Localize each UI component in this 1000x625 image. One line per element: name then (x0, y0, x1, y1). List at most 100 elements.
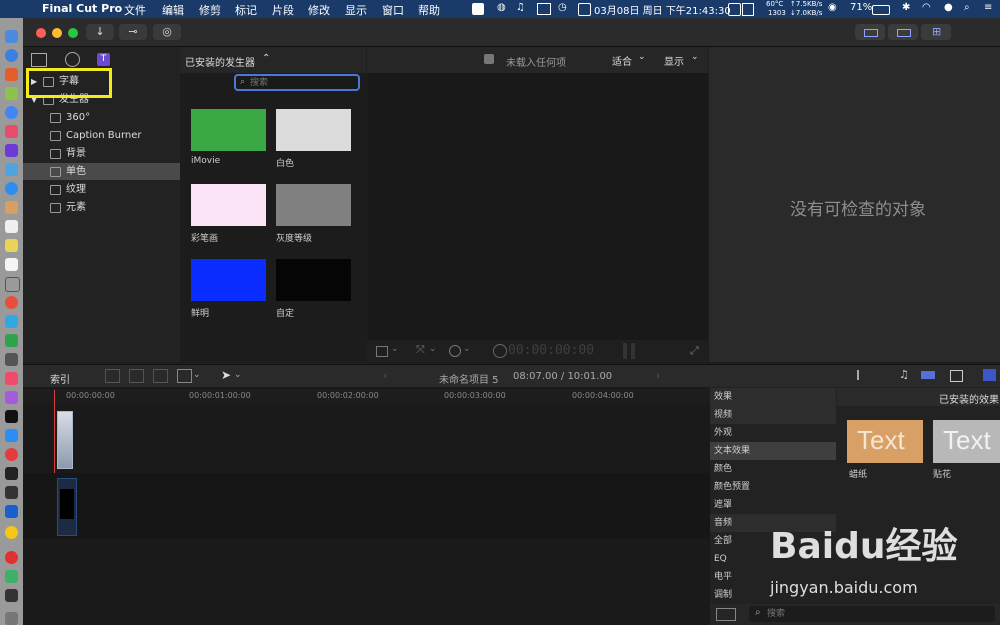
connect-clip-icon[interactable] (153, 369, 168, 383)
clip-appearance-icon[interactable] (950, 370, 963, 382)
dock-calendar-icon[interactable] (5, 220, 18, 233)
stats-icon[interactable] (742, 3, 754, 16)
dock-facetime-icon[interactable] (5, 334, 18, 347)
generator-thumb-vivid[interactable] (191, 259, 266, 301)
effect-thumb-stencil[interactable]: Text (847, 420, 923, 463)
insert-clip-icon[interactable] (129, 369, 144, 383)
globe-icon[interactable]: ◍ (497, 2, 506, 13)
history-back-icon[interactable]: ‹ (383, 369, 387, 382)
playhead[interactable] (54, 390, 55, 473)
sidebar-toggle-icon[interactable] (716, 608, 736, 621)
zoom-fit-menu[interactable]: 适合 (612, 53, 632, 68)
chevron-down-icon[interactable]: ⌄ (193, 370, 201, 380)
dock-app-icon[interactable] (5, 353, 18, 366)
menu-file[interactable]: 文件 (124, 2, 146, 18)
dock-tv-icon[interactable] (5, 410, 18, 423)
dock-app-icon[interactable] (5, 551, 18, 564)
dock-messages-icon[interactable] (5, 315, 18, 328)
dock-chrome-icon[interactable] (5, 106, 18, 119)
dock-music-icon[interactable] (5, 372, 18, 385)
menu-trim[interactable]: 修剪 (199, 2, 221, 18)
dock-app-icon[interactable] (5, 201, 18, 214)
project-name[interactable]: 未命名项目 5 (439, 371, 499, 386)
menu-help[interactable]: 帮助 (418, 2, 440, 18)
view-display-menu[interactable]: 显示 (664, 53, 684, 68)
user-icon[interactable]: ● (944, 2, 953, 13)
effects-browser-icon[interactable] (983, 369, 996, 381)
timeline-index-button[interactable]: 索引 (50, 371, 70, 386)
effects-category-masks[interactable]: 遮罩 (710, 496, 836, 514)
dock-app-icon[interactable] (5, 277, 20, 292)
select-tool-arrow-icon[interactable]: ➤ (221, 368, 231, 382)
sidebar-item-textures[interactable]: 纹理 (23, 181, 180, 198)
audio-skimming-icon[interactable] (857, 370, 873, 380)
dock-appstore-icon[interactable] (5, 429, 18, 442)
eye-icon[interactable]: ◉ (828, 2, 837, 13)
sidebar-item-360[interactable]: 360° (23, 109, 180, 126)
libraries-tab-icon[interactable] (31, 53, 47, 67)
generator-thumb-pastel[interactable] (191, 184, 266, 226)
dock-terminal-icon[interactable] (5, 467, 18, 480)
effects-category-text-effects[interactable]: 文本效果 (710, 442, 836, 460)
generator-thumb-imovie[interactable] (191, 109, 266, 151)
datetime[interactable]: 03月08日 周日 下午21:43:30 (594, 2, 731, 17)
dock-podcasts-icon[interactable] (5, 391, 18, 404)
sidebar-item-caption-burner[interactable]: Caption Burner (23, 127, 180, 144)
dock-vpn-icon[interactable] (5, 505, 18, 518)
effects-search-field[interactable]: ⌕ (749, 606, 995, 622)
minimize-window-button[interactable] (52, 28, 62, 38)
battery-icon[interactable] (872, 5, 890, 15)
sidebar-item-solids[interactable]: 单色 (23, 163, 180, 180)
photos-audio-tab-icon[interactable] (65, 52, 80, 67)
menu-app-name[interactable]: Final Cut Pro (42, 2, 122, 15)
background-tasks-button[interactable]: ◎ (153, 24, 181, 40)
sidebar-item-elements[interactable]: 元素 (23, 199, 180, 216)
bluetooth-icon[interactable]: ✱ (902, 2, 910, 13)
dock-app-icon[interactable] (5, 182, 18, 195)
menu-edit[interactable]: 编辑 (162, 2, 184, 18)
wifi-icon[interactable]: ◠ (922, 2, 931, 13)
menu-list-icon[interactable]: ≡ (984, 2, 992, 13)
generator-thumb-grayscale[interactable] (276, 184, 351, 226)
dock-trash-icon[interactable] (5, 612, 18, 625)
screen-icon[interactable] (537, 3, 551, 15)
dock-finder-icon[interactable] (5, 30, 18, 43)
view-options-icon[interactable] (376, 346, 388, 357)
chevron-down-icon[interactable]: ⌄ (234, 370, 242, 380)
layout-timeline-button[interactable] (888, 24, 918, 40)
spotlight-icon[interactable]: ⌕ (964, 2, 970, 13)
layout-library-button[interactable] (855, 24, 885, 40)
menu-view[interactable]: 显示 (345, 2, 367, 18)
append-clip-icon[interactable] (105, 369, 120, 383)
effects-category-color[interactable]: 颜色 (710, 460, 836, 478)
dock-app-icon[interactable] (5, 125, 18, 138)
dock-notes-icon[interactable] (5, 239, 18, 252)
effects-category-looks[interactable]: 外观 (710, 424, 836, 442)
dock-app-icon[interactable] (5, 144, 18, 157)
overwrite-clip-icon[interactable] (177, 369, 192, 383)
menu-modify[interactable]: 修改 (308, 2, 330, 18)
fullscreen-icon[interactable]: ⤢ (690, 344, 699, 358)
browser-title[interactable]: 已安装的发生器 (185, 54, 255, 69)
music-icon[interactable]: ♫ (516, 2, 525, 13)
speed-icon[interactable] (449, 345, 461, 357)
chevron-down-icon[interactable]: ⌄ (429, 344, 437, 354)
calendar-icon[interactable] (578, 3, 591, 16)
chevron-down-icon[interactable]: ⌄ (463, 344, 471, 354)
browser-search-field[interactable]: ⌕ (234, 74, 360, 91)
menu-window[interactable]: 窗口 (382, 2, 404, 18)
menu-mark[interactable]: 标记 (235, 2, 257, 18)
dock-reminders-icon[interactable] (5, 258, 18, 271)
dock-fcp-icon[interactable] (5, 589, 18, 602)
dock-app-icon[interactable] (5, 296, 18, 309)
timeline-clip-dark[interactable] (57, 478, 77, 536)
dock-app-icon[interactable] (5, 163, 18, 176)
generator-thumb-custom[interactable] (276, 259, 351, 301)
chevron-down-icon[interactable]: ⌄ (691, 52, 699, 62)
transform-icon[interactable]: ⤧ (416, 343, 425, 357)
import-button[interactable]: ↓ (86, 24, 114, 40)
effects-category-color-presets[interactable]: 颜色预置 (710, 478, 836, 496)
dock-app-icon[interactable] (5, 486, 18, 499)
close-window-button[interactable] (36, 28, 46, 38)
effects-category-video[interactable]: 视频 (710, 406, 836, 424)
